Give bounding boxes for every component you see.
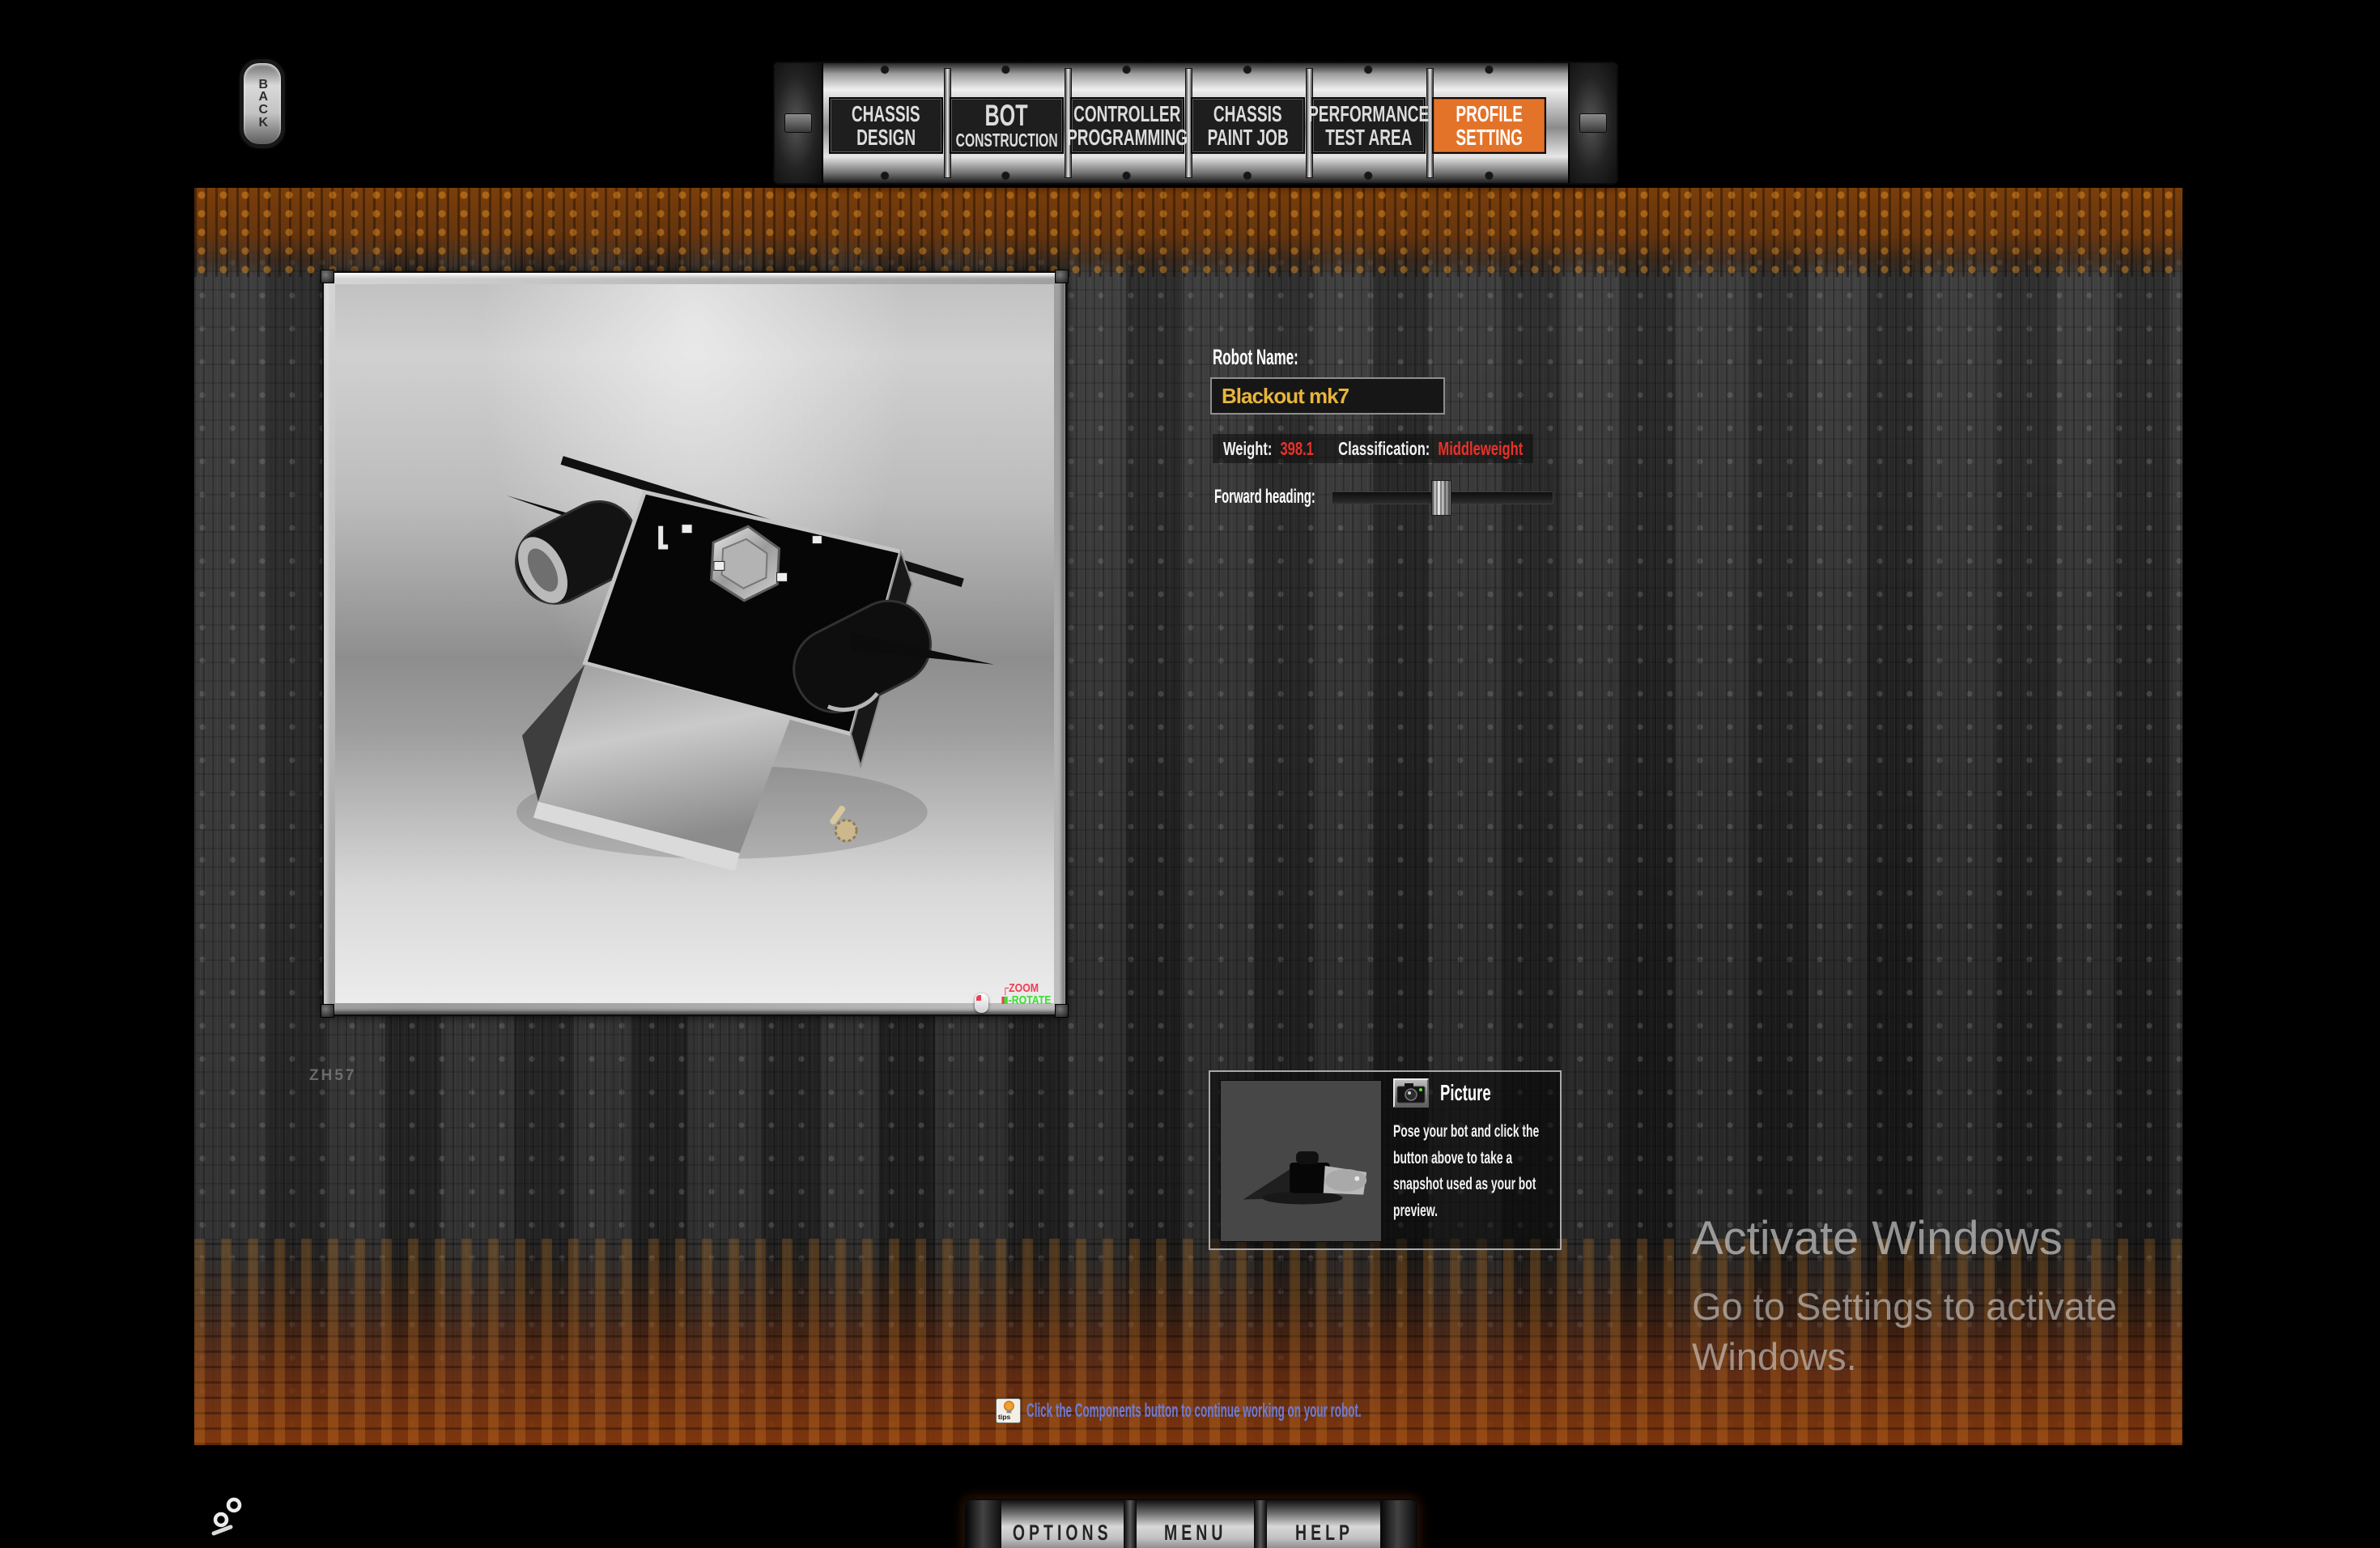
picture-panel-description: Pose your bot and click the button above… [1393,1122,1540,1220]
options-button[interactable]: OPTIONS [1001,1515,1124,1548]
mouse-button-swatch-icon [1001,997,1008,1004]
tip-message: Click the Components button to continue … [1026,1400,1362,1422]
nav-tabs: CHASSIS DESIGN BOT CONSTRUCTION CONTROLL… [829,97,1546,154]
bot-thumbnail-render [1243,1151,1367,1205]
navbar-rivets-bottom [825,171,1566,181]
navbar-left-cap [775,63,823,183]
help-button[interactable]: HELP [1267,1515,1383,1548]
tab-performance-test-area[interactable]: PERFORMANCE TEST AREA [1308,97,1429,154]
frame-screw-icon [1055,270,1069,283]
watermark-subtitle: Go to Settings to activate Windows. [1692,1285,2118,1379]
bot-snapshot-thumbnail [1220,1080,1382,1242]
frame-screw-icon [321,270,334,283]
weight-classification-row: Weight: 398.1 Classification: Middleweig… [1213,434,1534,463]
weight-value: 398.1 [1280,437,1314,459]
bottom-bar-post [1254,1500,1267,1548]
robot-name-input[interactable] [1210,377,1445,415]
camera-icon [1396,1083,1426,1104]
tab-profile-setting[interactable]: PROFILE SETTING [1432,97,1546,154]
bottom-bar-right-cap [1380,1500,1416,1548]
background-code-label: ZH57 [309,1067,357,1084]
circuit-top-band [194,188,2182,277]
bottom-bar-post [1124,1500,1137,1548]
rotate-legend: -ROTATE [1001,994,1051,1006]
weight-label: Weight: [1222,437,1273,459]
watermark-title: Activate Windows [1692,1212,2063,1265]
top-navigation-bar: CHASSIS DESIGN BOT CONSTRUCTION CONTROLL… [773,62,1618,185]
robot-3d-render [506,456,995,871]
activate-windows-watermark: Activate Windows Go to Settings to activ… [1692,1211,2153,1382]
bottom-menu-bar: OPTIONS MENU HELP [964,1499,1417,1548]
classification-label: Classification: [1338,437,1430,459]
frame-screw-icon [321,1004,334,1018]
tab-controller-programming[interactable]: CONTROLLER PROGRAMMING [1067,97,1188,154]
back-button[interactable]: BACK [240,59,285,148]
frame-screw-icon [1055,1004,1069,1018]
mouse-icon [974,993,988,1013]
tab-bot-construction[interactable]: BOT CONSTRUCTION [950,97,1064,154]
bottom-bar-left-cap [966,1500,1001,1548]
zoom-legend: ┌ZOOM [1001,981,1039,995]
menu-button[interactable]: MENU [1137,1515,1254,1548]
percent-glyph-artifact [211,1497,242,1536]
tab-chassis-paint-job[interactable]: CHASSIS PAINT JOB [1191,97,1305,154]
svg-text:tips: tips [998,1413,1011,1421]
back-button-label: BACK [258,77,269,130]
navbar-rivets-top [825,65,1566,75]
robot-name-label: Robot Name: [1213,345,1298,369]
forward-heading-slider-handle[interactable] [1431,480,1451,516]
profile-setting-screen: ZH57 BACK CHASSIS DESIGN BOT CONSTRUCTIO… [0,0,2380,1548]
navbar-right-cap [1568,63,1617,183]
tips-icon: tips [996,1398,1021,1423]
classification-value: Middleweight [1438,437,1524,459]
picture-panel-title: Picture [1440,1080,1491,1105]
picture-panel: Picture Pose your bot and click the butt… [1209,1070,1562,1250]
tab-chassis-design[interactable]: CHASSIS DESIGN [829,97,943,154]
bot-3d-viewport[interactable]: ┌ZOOM -ROTATE [335,284,1054,1013]
forward-heading-label: Forward heading: [1214,486,1315,508]
take-snapshot-button[interactable] [1393,1078,1429,1108]
bot-preview-frame: ┌ZOOM -ROTATE [321,270,1069,1018]
mouse-controls-legend: ┌ZOOM -ROTATE [974,981,1051,1013]
